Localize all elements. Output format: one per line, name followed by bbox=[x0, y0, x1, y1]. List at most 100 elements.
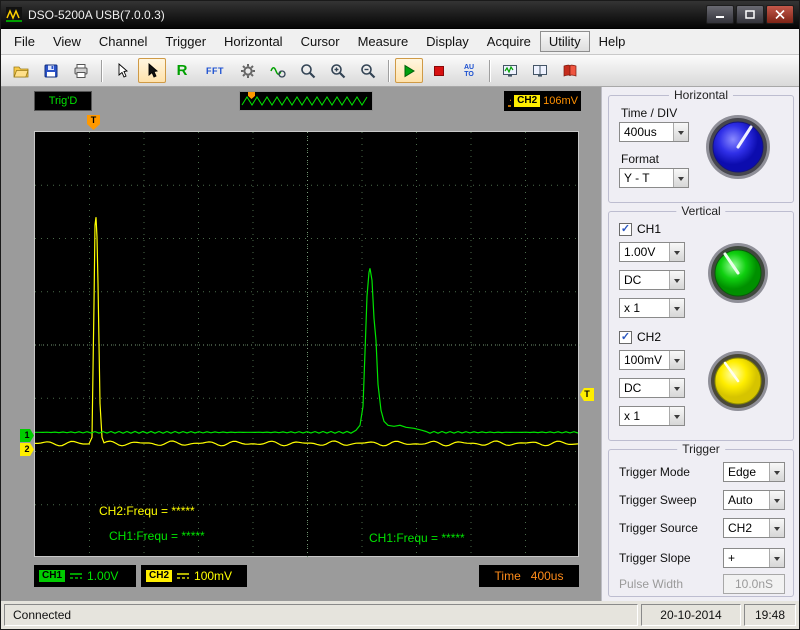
time-label: Time bbox=[495, 569, 521, 583]
chevron-down-icon[interactable] bbox=[669, 407, 684, 425]
search-button[interactable] bbox=[294, 58, 322, 83]
chevron-down-icon[interactable] bbox=[669, 271, 684, 289]
print-button[interactable] bbox=[67, 58, 95, 83]
status-date: 20-10-2014 bbox=[641, 604, 741, 626]
ch1-checkbox[interactable]: ✓ bbox=[619, 223, 632, 236]
connection-status: Connected bbox=[4, 604, 638, 626]
waveform-icon bbox=[270, 63, 286, 79]
start-button[interactable] bbox=[395, 58, 423, 83]
menu-horizontal[interactable]: Horizontal bbox=[215, 31, 292, 52]
status-time: 19:48 bbox=[744, 604, 796, 626]
save-button[interactable] bbox=[37, 58, 65, 83]
gear-icon bbox=[240, 63, 256, 79]
control-panel: Horizontal Time / DIV 400us Format Y - T bbox=[601, 87, 800, 601]
scope-display[interactable]: CH2:Frequ = ***** CH1:Frequ = ***** CH1:… bbox=[34, 131, 579, 557]
ch2-vertical-knob[interactable] bbox=[707, 350, 769, 412]
trigger-sweep-label: Trigger Sweep bbox=[619, 493, 697, 507]
chevron-down-icon[interactable] bbox=[769, 519, 784, 537]
dc-coupling-icon bbox=[176, 571, 190, 581]
ch2-probe-select[interactable]: x 1 bbox=[619, 406, 685, 426]
horizontal-position-marker[interactable]: T bbox=[87, 115, 100, 130]
chevron-down-icon[interactable] bbox=[769, 549, 784, 567]
waveform-tool-button[interactable] bbox=[264, 58, 292, 83]
menu-display[interactable]: Display bbox=[417, 31, 478, 52]
menu-cursor[interactable]: Cursor bbox=[292, 31, 349, 52]
trigger-status-text: Trig'D bbox=[49, 95, 78, 107]
chevron-down-icon[interactable] bbox=[769, 491, 784, 509]
pointer-tool-button[interactable] bbox=[138, 58, 166, 83]
menu-utility[interactable]: Utility bbox=[540, 31, 590, 52]
minimize-button[interactable] bbox=[706, 5, 734, 24]
chevron-down-icon[interactable] bbox=[669, 243, 684, 261]
ch2-frequency-readout: CH2:Frequ = ***** bbox=[99, 504, 195, 518]
preview-wave-canvas bbox=[240, 92, 372, 110]
zoom-in-icon bbox=[330, 63, 346, 79]
trigger-slope-select[interactable]: + bbox=[723, 548, 785, 568]
display-single-button[interactable] bbox=[496, 58, 524, 83]
magnifier-icon bbox=[300, 63, 316, 79]
chevron-down-icon[interactable] bbox=[669, 351, 684, 369]
chevron-down-icon[interactable] bbox=[673, 123, 688, 141]
play-icon bbox=[401, 63, 417, 79]
chevron-down-icon[interactable] bbox=[669, 299, 684, 317]
ch1-frequency-readout: CH1:Frequ = ***** bbox=[109, 529, 205, 543]
menu-view[interactable]: View bbox=[44, 31, 90, 52]
menu-channel[interactable]: Channel bbox=[90, 31, 156, 52]
ch2-scale-select[interactable]: 100mV bbox=[619, 350, 685, 370]
ch2-enable-row[interactable]: ✓ CH2 bbox=[619, 330, 661, 344]
cursor-tool-button[interactable] bbox=[108, 58, 136, 83]
pointer-arrow-icon bbox=[144, 63, 160, 79]
menubar: File View Channel Trigger Horizontal Cur… bbox=[1, 29, 799, 55]
ch1-scale-select[interactable]: 1.00V bbox=[619, 242, 685, 262]
ch2-coupling-select[interactable]: DC bbox=[619, 378, 685, 398]
close-button[interactable] bbox=[766, 5, 794, 24]
ch1-coupling-select[interactable]: DC bbox=[619, 270, 685, 290]
trigger-mode-select[interactable]: Edge bbox=[723, 462, 785, 482]
open-button[interactable] bbox=[7, 58, 35, 83]
menu-acquire[interactable]: Acquire bbox=[478, 31, 540, 52]
ch2-position-marker[interactable]: 2 bbox=[20, 443, 34, 456]
format-select[interactable]: Y - T bbox=[619, 168, 689, 188]
ch1-label: CH1 bbox=[637, 222, 661, 236]
horizontal-knob[interactable] bbox=[705, 114, 771, 180]
time-div-select[interactable]: 400us bbox=[619, 122, 689, 142]
maximize-button[interactable] bbox=[736, 5, 764, 24]
ch1-enable-row[interactable]: ✓ CH1 bbox=[619, 222, 661, 236]
ch2-checkbox[interactable]: ✓ bbox=[619, 331, 632, 344]
refresh-tool-button[interactable]: R bbox=[168, 58, 196, 83]
ch2-badge: CH2 bbox=[146, 570, 172, 582]
menu-file[interactable]: File bbox=[5, 31, 44, 52]
trigger-sweep-select[interactable]: Auto bbox=[723, 490, 785, 510]
waveform-preview[interactable] bbox=[239, 91, 373, 111]
autoset-button[interactable]: AUTO bbox=[455, 58, 483, 83]
close-icon bbox=[775, 10, 785, 19]
statusbar: Connected 20-10-2014 19:48 bbox=[1, 601, 799, 629]
ch1-position-marker[interactable]: 1 bbox=[20, 429, 34, 442]
ch1-vertical-knob[interactable] bbox=[707, 242, 769, 304]
menu-trigger[interactable]: Trigger bbox=[156, 31, 215, 52]
fft-button[interactable]: FFT bbox=[198, 58, 232, 83]
zoom-out-button[interactable] bbox=[354, 58, 382, 83]
ch2-label: CH2 bbox=[637, 330, 661, 344]
trigger-sweep-value: Auto bbox=[724, 493, 769, 507]
settings-button[interactable] bbox=[234, 58, 262, 83]
pulse-width-label: Pulse Width bbox=[619, 577, 683, 591]
trigger-level-marker[interactable]: T bbox=[580, 388, 594, 401]
display-split-button[interactable] bbox=[526, 58, 554, 83]
menu-measure[interactable]: Measure bbox=[349, 31, 418, 52]
chevron-down-icon[interactable] bbox=[669, 379, 684, 397]
format-value: Y - T bbox=[620, 171, 673, 185]
time-div-value: 400us bbox=[620, 125, 673, 139]
timebase-box: Time 400us bbox=[479, 565, 579, 587]
stop-button[interactable] bbox=[425, 58, 453, 83]
toolbar-separator bbox=[101, 60, 102, 82]
chevron-down-icon[interactable] bbox=[673, 169, 688, 187]
split-screen-icon bbox=[532, 63, 548, 79]
chevron-down-icon[interactable] bbox=[769, 463, 784, 481]
zoom-in-button[interactable] bbox=[324, 58, 352, 83]
ch1-probe-select[interactable]: x 1 bbox=[619, 298, 685, 318]
help-button[interactable] bbox=[556, 58, 584, 83]
menu-help[interactable]: Help bbox=[590, 31, 635, 52]
trigger-source-select[interactable]: CH2 bbox=[723, 518, 785, 538]
trigger-edge-icon bbox=[507, 94, 511, 108]
